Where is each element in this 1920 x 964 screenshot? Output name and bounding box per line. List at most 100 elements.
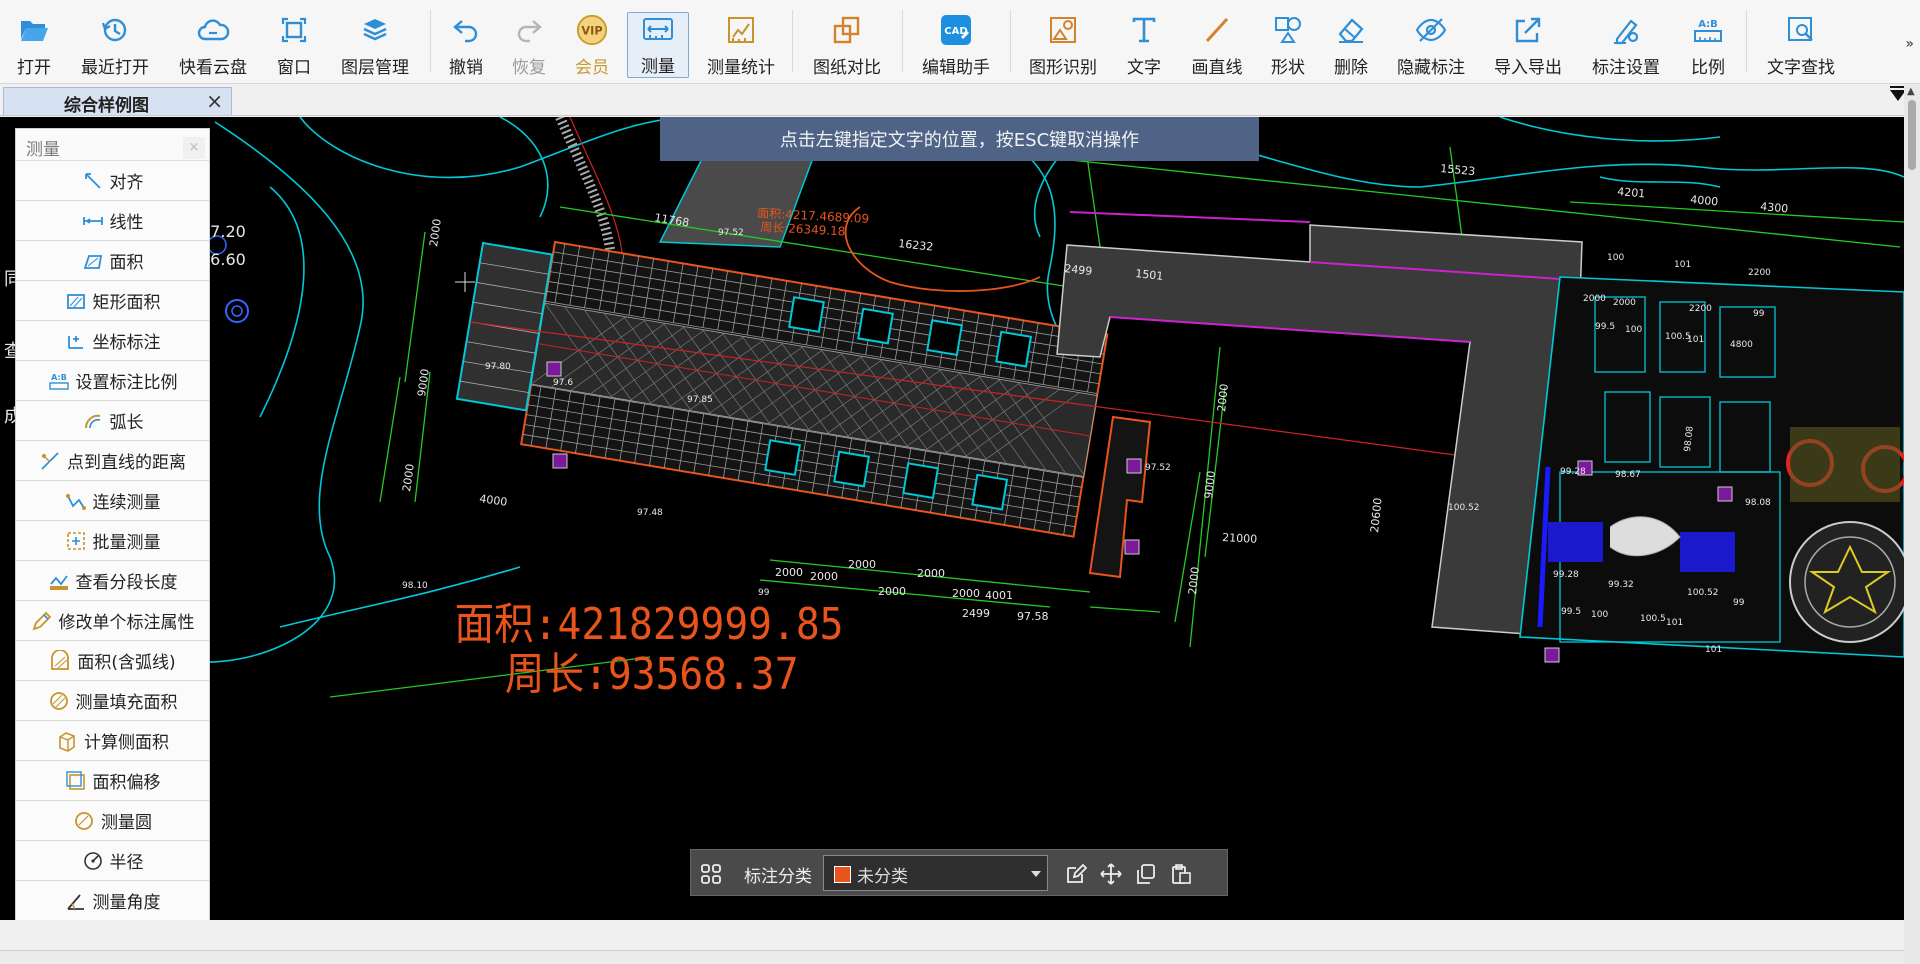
align-measure-icon bbox=[82, 170, 104, 192]
move-icon[interactable] bbox=[1099, 862, 1123, 886]
svg-text:100.52: 100.52 bbox=[1687, 588, 1719, 598]
text-search-icon bbox=[1784, 12, 1818, 47]
measure-tool-item[interactable]: 查看分段长度 bbox=[16, 561, 209, 601]
measure-tool-item[interactable]: 测量填充面积 bbox=[16, 681, 209, 721]
measure-tool-item[interactable]: 矩形面积 bbox=[16, 281, 209, 321]
scrollbar-thumb[interactable] bbox=[1908, 100, 1916, 170]
redo-button[interactable]: 恢复 bbox=[505, 8, 553, 78]
shape-button[interactable]: 形状 bbox=[1264, 8, 1312, 78]
svg-text:9000: 9000 bbox=[1202, 470, 1218, 499]
measure-tool-label: 批量测量 bbox=[92, 533, 161, 553]
scale-ratio-icon: A:B bbox=[48, 370, 70, 392]
vertical-scrollbar[interactable]: ▲ bbox=[1904, 84, 1920, 964]
measure-tool-item[interactable]: 测量圆 bbox=[16, 801, 209, 841]
batch-measure-icon bbox=[65, 530, 87, 552]
svg-text:97.48: 97.48 bbox=[637, 508, 663, 518]
measure-panel-header: 测量 × bbox=[16, 129, 209, 161]
apps-grid-icon[interactable] bbox=[699, 862, 723, 886]
ruler-measure-icon bbox=[641, 13, 675, 46]
tab-title: 综合样例图 bbox=[64, 96, 149, 116]
vip-button[interactable]: VIP 会员 bbox=[568, 8, 616, 78]
annotation-category-label: 标注分类 bbox=[744, 867, 812, 887]
measure-stats-button[interactable]: 测量统计 bbox=[700, 8, 782, 78]
annotation-settings-button[interactable]: 标注设置 bbox=[1585, 8, 1667, 78]
measure-tool-label: 面积偏移 bbox=[92, 773, 161, 793]
measure-tool-label: 坐标标注 bbox=[92, 333, 161, 353]
measure-tool-item[interactable]: 批量测量 bbox=[16, 521, 209, 561]
coordinate-icon bbox=[65, 330, 87, 352]
scale-button[interactable]: A:B 比例 bbox=[1683, 8, 1733, 79]
continuous-measure-icon bbox=[65, 490, 87, 512]
svg-text:97.85: 97.85 bbox=[687, 395, 713, 405]
toolbar-separator bbox=[1746, 10, 1747, 72]
tab-close-button[interactable]: × bbox=[206, 89, 223, 113]
draw-line-button[interactable]: 画直线 bbox=[1184, 8, 1250, 78]
compare-button[interactable]: 图纸对比 bbox=[806, 8, 888, 78]
horizontal-scrollbar[interactable] bbox=[0, 920, 1904, 950]
svg-text:97.6: 97.6 bbox=[553, 378, 573, 388]
annotation-category-select[interactable]: 未分类 bbox=[823, 855, 1048, 891]
toolbar-overflow-button[interactable]: » bbox=[1905, 36, 1914, 52]
import-export-button[interactable]: 导入导出 bbox=[1487, 8, 1569, 78]
measure-tool-list: 对齐线性面积矩形面积坐标标注 A:B 设置标注比例 弧长点到直线的距离 连续测量批量测量… bbox=[16, 161, 209, 961]
annotation-settings-icon bbox=[1609, 12, 1643, 47]
svg-text:99: 99 bbox=[1753, 309, 1765, 319]
svg-text:4000: 4000 bbox=[479, 492, 509, 509]
paste-icon[interactable] bbox=[1169, 862, 1193, 886]
measure-tool-label: 连续测量 bbox=[92, 493, 161, 513]
measure-tool-label: 点到直线的距离 bbox=[67, 453, 186, 473]
tab-document[interactable]: 综合样例图 × bbox=[3, 87, 232, 116]
cloud-button[interactable]: 快看云盘 bbox=[172, 8, 254, 78]
toolbar-separator bbox=[792, 10, 793, 72]
hide-annotation-button[interactable]: 隐藏标注 bbox=[1390, 8, 1472, 78]
measure-tool-item[interactable]: 面积 bbox=[16, 241, 209, 281]
measure-tool-label: 线性 bbox=[109, 213, 144, 233]
recent-button[interactable]: 最近打开 bbox=[74, 8, 156, 78]
layers-button[interactable]: 图层管理 bbox=[334, 8, 416, 78]
measure-tool-item[interactable]: 面积(含弧线) bbox=[16, 641, 209, 681]
status-bar bbox=[0, 950, 1904, 964]
measure-panel-close-button[interactable]: × bbox=[183, 137, 205, 159]
undo-button[interactable]: 撤销 bbox=[442, 8, 490, 78]
svg-text:101: 101 bbox=[1705, 645, 1722, 655]
area-arc-icon bbox=[49, 649, 71, 672]
text-button[interactable]: 文字 bbox=[1120, 8, 1168, 78]
segment-length-icon bbox=[48, 570, 70, 592]
drawing-canvas[interactable]: 11768 16232 13688 15523 4201 4000 4300 2… bbox=[0, 117, 1904, 920]
shape-recognition-button[interactable]: 图形识别 bbox=[1022, 8, 1104, 78]
measure-tool-item[interactable]: 修改单个标注属性 bbox=[16, 601, 209, 641]
svg-text:16232: 16232 bbox=[898, 237, 934, 254]
measure-tool-item[interactable]: 测量角度 bbox=[16, 881, 209, 921]
point-line-distance-icon bbox=[39, 450, 61, 472]
delete-button[interactable]: 删除 bbox=[1327, 8, 1375, 78]
open-button[interactable]: 打开 bbox=[6, 8, 62, 78]
measure-tool-item[interactable]: 计算侧面积 bbox=[16, 721, 209, 761]
arc-outline bbox=[844, 206, 1041, 292]
measure-tool-item[interactable]: 连续测量 bbox=[16, 481, 209, 521]
svg-text:100.52: 100.52 bbox=[1448, 503, 1480, 513]
text-search-button[interactable]: 文字查找 bbox=[1760, 8, 1842, 78]
svg-text:2200: 2200 bbox=[1689, 304, 1712, 314]
copy-icon[interactable] bbox=[1134, 862, 1158, 886]
measure-button[interactable]: 测量 bbox=[627, 12, 689, 78]
measure-tool-item[interactable]: 面积偏移 bbox=[16, 761, 209, 801]
category-value: 未分类 bbox=[857, 867, 908, 887]
window-button[interactable]: 窗口 bbox=[270, 8, 318, 78]
measure-tool-label: 矩形面积 bbox=[92, 293, 161, 313]
svg-text:99.28: 99.28 bbox=[1560, 467, 1586, 477]
measure-tool-item[interactable]: 线性 bbox=[16, 201, 209, 241]
measure-tool-item[interactable]: 坐标标注 bbox=[16, 321, 209, 361]
svg-text:98.67: 98.67 bbox=[1615, 470, 1641, 480]
svg-text:99.28: 99.28 bbox=[1553, 570, 1579, 580]
measure-tool-item[interactable]: A:B 设置标注比例 bbox=[16, 361, 209, 401]
edit-icon[interactable] bbox=[1064, 862, 1088, 886]
measure-tool-item[interactable]: 对齐 bbox=[16, 161, 209, 201]
svg-text:4300: 4300 bbox=[1760, 200, 1789, 215]
scroll-up-icon[interactable]: ▲ bbox=[1907, 86, 1915, 97]
measure-tool-item[interactable]: 点到直线的距离 bbox=[16, 441, 209, 481]
edit-helper-button[interactable]: CAD 编辑助手 bbox=[915, 8, 997, 78]
measure-tool-item[interactable]: 弧长 bbox=[16, 401, 209, 441]
measure-tool-item[interactable]: 半径 bbox=[16, 841, 209, 881]
svg-text:2000: 2000 bbox=[848, 558, 876, 571]
text-icon bbox=[1127, 12, 1161, 47]
